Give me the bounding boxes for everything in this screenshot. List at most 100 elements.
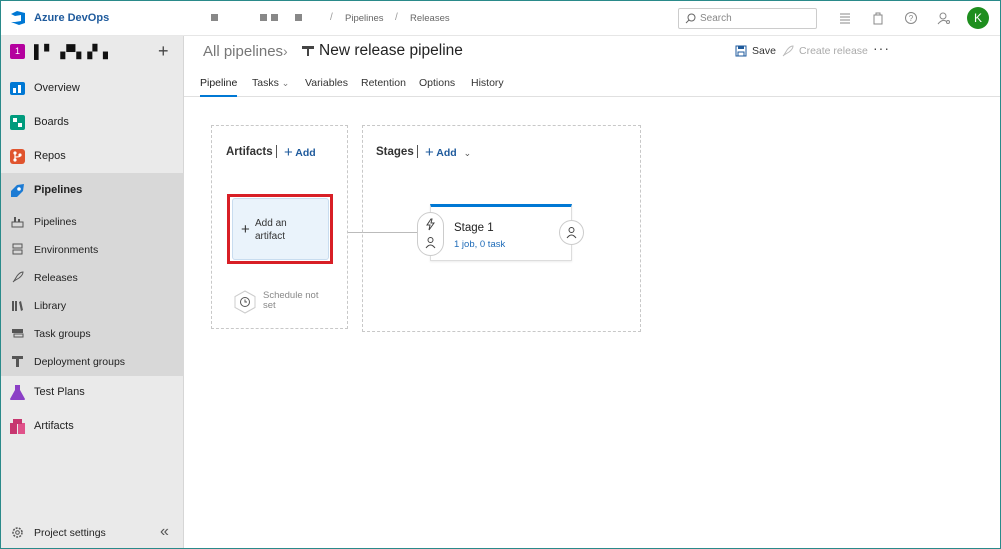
- tab-bar: Pipeline Tasks ⌄ Variables Retention Opt…: [184, 68, 1000, 97]
- help-icon[interactable]: ?: [904, 11, 918, 25]
- tab-options[interactable]: Options: [419, 77, 455, 97]
- sidebar-item-label: Pipelines: [34, 184, 83, 196]
- tab-history[interactable]: History: [471, 77, 504, 97]
- rocket-icon: [782, 45, 794, 57]
- stage-name[interactable]: Stage 1: [454, 222, 494, 234]
- pipelines-sub-icon: [11, 215, 24, 228]
- sidebar-subitem-label: Task groups: [34, 328, 91, 340]
- sidebar-item-label: Repos: [34, 150, 66, 162]
- project-selector[interactable]: 1 ▌▘▗▀▖▞ ▖ +: [1, 36, 184, 70]
- pipelines-group: Pipelines Pipelines Environments Release…: [1, 173, 184, 376]
- sidebar-subitem-library[interactable]: Library: [1, 292, 184, 320]
- chevron-down-icon: ⌄: [281, 78, 290, 88]
- plus-icon: +: [241, 221, 250, 238]
- tab-tasks[interactable]: Tasks ⌄: [252, 77, 289, 97]
- sidebar-subitem-releases[interactable]: Releases: [1, 264, 184, 292]
- divider: [417, 145, 418, 158]
- breadcrumb-separator: /: [330, 12, 333, 23]
- page-title[interactable]: New release pipeline: [319, 42, 463, 60]
- more-actions-button[interactable]: ···: [873, 40, 890, 56]
- sidebar-item-repos[interactable]: Repos: [1, 141, 184, 173]
- library-icon: [11, 299, 24, 312]
- sidebar-subitem-label: Releases: [34, 272, 78, 284]
- list-icon[interactable]: [838, 11, 852, 25]
- add-artifact-label: Add an artifact: [255, 218, 287, 242]
- plus-icon: +: [284, 144, 293, 161]
- add-artifact-button[interactable]: + Add an artifact: [232, 198, 329, 260]
- add-artifact-link[interactable]: + Add: [284, 144, 316, 161]
- schedule-trigger[interactable]: Schedule not set: [233, 290, 318, 314]
- artifacts-package-icon: [9, 418, 26, 435]
- svg-text:?: ?: [909, 14, 914, 23]
- task-groups-icon: [11, 327, 24, 340]
- create-release-button[interactable]: Create release: [782, 45, 868, 57]
- create-release-label: Create release: [799, 45, 868, 57]
- sidebar-subitem-label: Library: [34, 300, 67, 312]
- schedule-clock-icon: [233, 290, 257, 314]
- stage-tasks-link[interactable]: 1 job, 0 task: [454, 239, 505, 250]
- sidebar-subitem-label: Environments: [34, 244, 99, 256]
- plus-icon: +: [425, 144, 434, 161]
- avatar[interactable]: K: [967, 7, 989, 29]
- redacted-breadcrumb-block[interactable]: [211, 14, 218, 21]
- save-button[interactable]: Save: [735, 45, 776, 57]
- divider: [276, 145, 277, 158]
- tab-tasks-label: Tasks: [252, 77, 279, 89]
- gear-icon: [11, 526, 24, 539]
- schedule-label: Schedule not set: [263, 290, 319, 311]
- pipelines-icon: [9, 182, 26, 199]
- search-placeholder: Search: [700, 13, 732, 24]
- post-deployment-conditions[interactable]: [559, 220, 584, 245]
- breadcrumb-pipelines[interactable]: Pipelines: [345, 13, 384, 24]
- test-plans-flask-icon: [9, 384, 26, 401]
- sidebar-item-label: Overview: [34, 82, 80, 94]
- tab-variables[interactable]: Variables: [305, 77, 348, 97]
- add-label: Add: [295, 147, 316, 159]
- sidebar-item-pipelines[interactable]: Pipelines: [1, 175, 184, 207]
- save-disk-icon: [735, 45, 747, 57]
- sidebar-item-label: Test Plans: [34, 386, 85, 398]
- search-icon: [685, 13, 696, 24]
- sidebar-subitem-environments[interactable]: Environments: [1, 236, 184, 264]
- redacted-breadcrumb-block[interactable]: [295, 14, 302, 21]
- marketplace-bag-icon[interactable]: [871, 11, 885, 25]
- sidebar-subitem-deployment-groups[interactable]: Deployment groups: [1, 348, 184, 376]
- deployment-groups-icon: [11, 355, 24, 368]
- sidebar-subitem-task-groups[interactable]: Task groups: [1, 320, 184, 348]
- page-header: All pipelines › New release pipeline Sav…: [184, 36, 1000, 68]
- brand-header[interactable]: Azure DevOps: [1, 1, 184, 36]
- brand-name: Azure DevOps: [34, 12, 110, 24]
- breadcrumb-releases[interactable]: Releases: [410, 13, 450, 24]
- redacted-breadcrumb-block[interactable]: [260, 14, 267, 21]
- search-input[interactable]: Search: [678, 8, 817, 29]
- stages-title: Stages: [376, 146, 414, 158]
- sidebar: Azure DevOps 1 ▌▘▗▀▖▞ ▖ + Overview Board…: [1, 1, 184, 548]
- stage-card[interactable]: Stage 1 1 job, 0 task: [430, 204, 572, 261]
- redacted-breadcrumb-block[interactable]: [271, 14, 278, 21]
- pre-deployment-conditions[interactable]: [417, 212, 444, 256]
- tab-retention[interactable]: Retention: [361, 77, 406, 97]
- new-project-plus-icon[interactable]: +: [158, 41, 169, 62]
- project-settings[interactable]: Project settings «: [1, 518, 184, 548]
- project-badge: 1: [10, 44, 25, 59]
- overview-icon: [9, 80, 26, 97]
- sidebar-subitem-label: Pipelines: [34, 216, 77, 228]
- sidebar-item-label: Boards: [34, 116, 69, 128]
- sidebar-item-artifacts[interactable]: Artifacts: [1, 411, 184, 443]
- azure-devops-logo-icon: [10, 10, 26, 26]
- collapse-sidebar-icon[interactable]: «: [160, 523, 169, 541]
- sidebar-subitem-pipelines[interactable]: Pipelines: [1, 208, 184, 236]
- add-stage-dropdown[interactable]: + Add ⌄: [425, 144, 471, 161]
- user-settings-icon[interactable]: [937, 11, 951, 25]
- add-label: Add: [436, 147, 457, 159]
- breadcrumb-chevron-icon: ›: [283, 43, 288, 59]
- lightning-trigger-icon: [424, 218, 437, 231]
- all-pipelines-link[interactable]: All pipelines: [203, 43, 283, 60]
- repos-icon: [9, 148, 26, 165]
- person-approver-icon: [424, 236, 437, 249]
- artifacts-title: Artifacts: [226, 146, 273, 158]
- tab-pipeline[interactable]: Pipeline: [200, 77, 238, 97]
- sidebar-item-boards[interactable]: Boards: [1, 107, 184, 139]
- sidebar-item-test-plans[interactable]: Test Plans: [1, 377, 184, 409]
- sidebar-item-overview[interactable]: Overview: [1, 73, 184, 105]
